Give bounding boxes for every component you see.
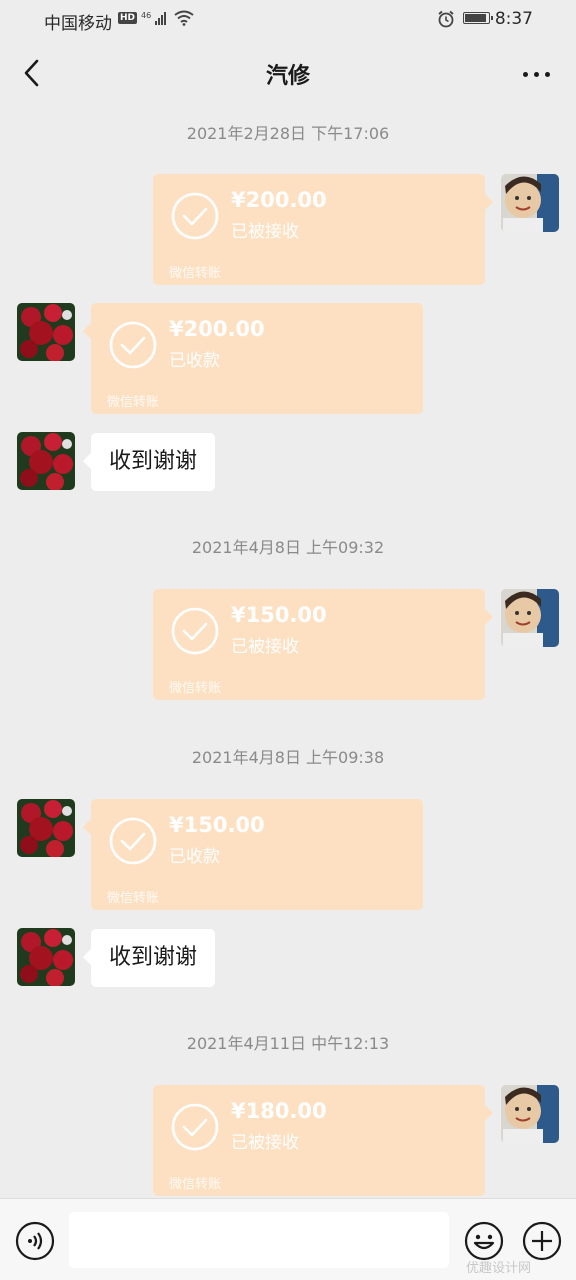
avatar-self[interactable] <box>501 174 559 232</box>
avatar-contact[interactable] <box>17 303 75 361</box>
transfer-status: 已被接收 <box>231 222 299 242</box>
avatar-contact[interactable] <box>17 432 75 490</box>
transfer-status: 已被接收 <box>231 1133 299 1153</box>
message-input[interactable] <box>69 1212 449 1268</box>
transfer-footer: 微信转账 <box>107 395 160 410</box>
timestamp: 2021年4月8日 上午09:38 <box>191 748 385 767</box>
clock: 8:37 <box>494 9 533 29</box>
transfer-footer: 微信转账 <box>169 681 222 696</box>
avatar-contact[interactable] <box>17 799 75 857</box>
check-circle-icon <box>171 607 219 655</box>
timestamp: 2021年4月8日 上午09:32 <box>191 538 385 557</box>
transfer-footer: 微信转账 <box>169 1177 222 1192</box>
transfer-footer: 微信转账 <box>107 891 160 906</box>
avatar-contact[interactable] <box>17 928 75 986</box>
transfer-amount: ¥150.00 <box>169 813 265 837</box>
transfer-amount: ¥200.00 <box>231 188 327 212</box>
plus-icon[interactable] <box>522 1221 562 1261</box>
check-circle-icon <box>171 1103 219 1151</box>
timestamp: 2021年4月11日 中午12:13 <box>186 1034 390 1053</box>
wifi-icon <box>174 10 194 26</box>
chat-title: 汽修 <box>265 64 310 89</box>
transfer-amount: ¥200.00 <box>169 317 265 341</box>
hd-icon: HD <box>118 12 138 24</box>
network-type-label: 46 <box>141 10 152 20</box>
network-icons: HD 46 <box>118 10 194 26</box>
transfer-bubble[interactable]: ¥150.00 已收款 微信转账 <box>83 799 423 910</box>
voice-icon[interactable] <box>15 1221 55 1261</box>
check-circle-icon <box>171 192 219 240</box>
transfer-footer: 微信转账 <box>169 266 222 281</box>
carrier-label: 中国移动 <box>44 14 112 34</box>
alarm-icon <box>438 10 454 28</box>
transfer-amount: ¥180.00 <box>231 1099 327 1123</box>
text-message[interactable]: 收到谢谢 <box>82 433 216 491</box>
transfer-bubble[interactable]: ¥180.00 已被接收 微信转账 <box>153 1085 493 1196</box>
transfer-bubble[interactable]: ¥200.00 已收款 微信转账 <box>83 303 423 414</box>
timestamp: 2021年2月28日 下午17:06 <box>186 124 390 143</box>
input-bar: 优趣设计网 <box>0 1198 576 1280</box>
status-bar: 中国移动 HD 46 8:37 <box>0 0 576 40</box>
avatar-self[interactable] <box>501 1085 559 1143</box>
transfer-status: 已收款 <box>169 847 220 867</box>
battery-icon <box>463 12 493 24</box>
transfer-bubble[interactable]: ¥200.00 已被接收 微信转账 <box>153 174 493 285</box>
text-message[interactable]: 收到谢谢 <box>82 929 216 987</box>
watermark: 优趣设计网 <box>466 1261 532 1276</box>
transfer-status: 已被接收 <box>231 637 299 657</box>
chat-header: 汽修 <box>0 40 576 106</box>
transfer-bubble[interactable]: ¥150.00 已被接收 微信转账 <box>153 589 493 700</box>
signal-icon <box>155 11 167 25</box>
check-circle-icon <box>109 321 157 369</box>
transfer-amount: ¥150.00 <box>231 603 327 627</box>
emoji-icon[interactable] <box>464 1221 504 1261</box>
transfer-status: 已收款 <box>169 351 220 371</box>
avatar-self[interactable] <box>501 589 559 647</box>
check-circle-icon <box>109 817 157 865</box>
more-dots-icon[interactable] <box>523 72 550 77</box>
